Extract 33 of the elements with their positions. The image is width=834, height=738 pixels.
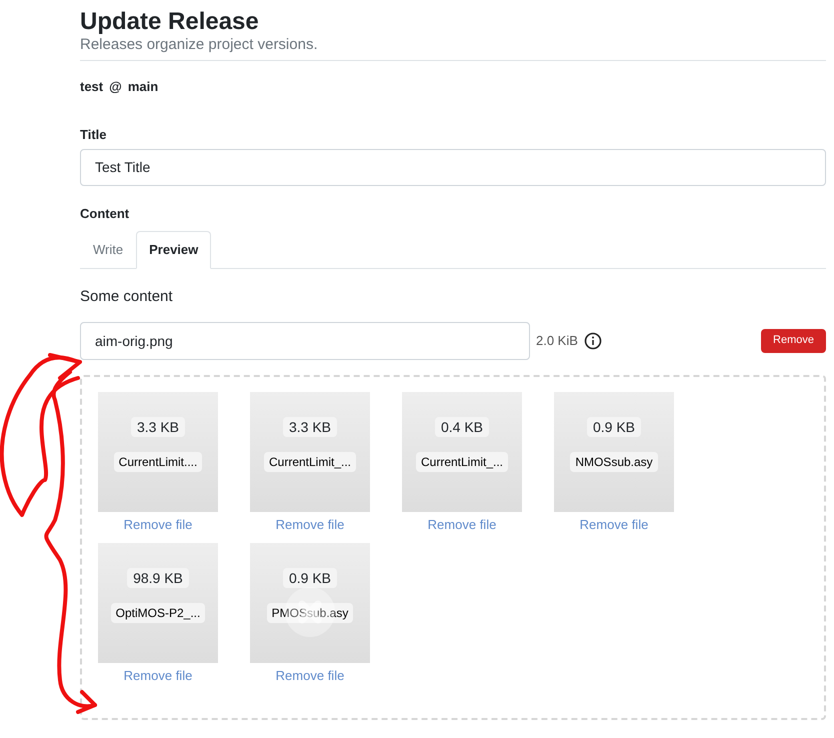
- file-name: CurrentLimit_...: [416, 452, 508, 472]
- file-name: CurrentLimit_...: [264, 452, 356, 472]
- branch-name: main: [128, 78, 158, 96]
- at-sign: @: [109, 78, 122, 96]
- file-size: 3.3 KB: [130, 416, 186, 436]
- file-name: PMOSsub.asy: [266, 603, 354, 623]
- file-name: OptiMOS-P2_...: [110, 603, 206, 623]
- remove-file-link[interactable]: Remove file: [124, 666, 192, 686]
- page-subtitle: Releases organize project versions.: [80, 36, 318, 54]
- attachment-name-field[interactable]: aim-orig.png: [80, 322, 530, 360]
- file-name: CurrentLimit....: [114, 452, 202, 472]
- file-name: NMOSsub.asy: [570, 452, 658, 472]
- title-field[interactable]: Test Title: [80, 148, 826, 186]
- editor-tab[interactable]: Write: [80, 231, 136, 268]
- file-size: 98.9 KB: [127, 568, 189, 588]
- info-icon[interactable]: [584, 332, 602, 350]
- file-size: 0.9 KB: [282, 568, 338, 588]
- remove-file-link[interactable]: Remove file: [428, 514, 496, 534]
- page-title: Update Release: [80, 8, 259, 36]
- remove-file-link[interactable]: Remove file: [580, 514, 648, 534]
- file-size: 0.4 KB: [434, 416, 490, 436]
- tag-name: test: [80, 78, 104, 96]
- remove-file-link[interactable]: Remove file: [124, 514, 192, 534]
- preview-text: Some content: [80, 287, 173, 307]
- remove-file-link[interactable]: Remove file: [276, 666, 344, 686]
- file-size: 3.3 KB: [282, 416, 338, 436]
- file-size: 0.9 KB: [586, 416, 642, 436]
- editor-tab[interactable]: Preview: [136, 231, 212, 269]
- remove-file-link[interactable]: Remove file: [276, 514, 344, 534]
- remove-button[interactable]: Remove: [761, 328, 826, 352]
- title-label: Title: [80, 126, 106, 144]
- content-label: Content: [80, 204, 130, 222]
- attachment-size: 2.0 KiB: [536, 332, 578, 350]
